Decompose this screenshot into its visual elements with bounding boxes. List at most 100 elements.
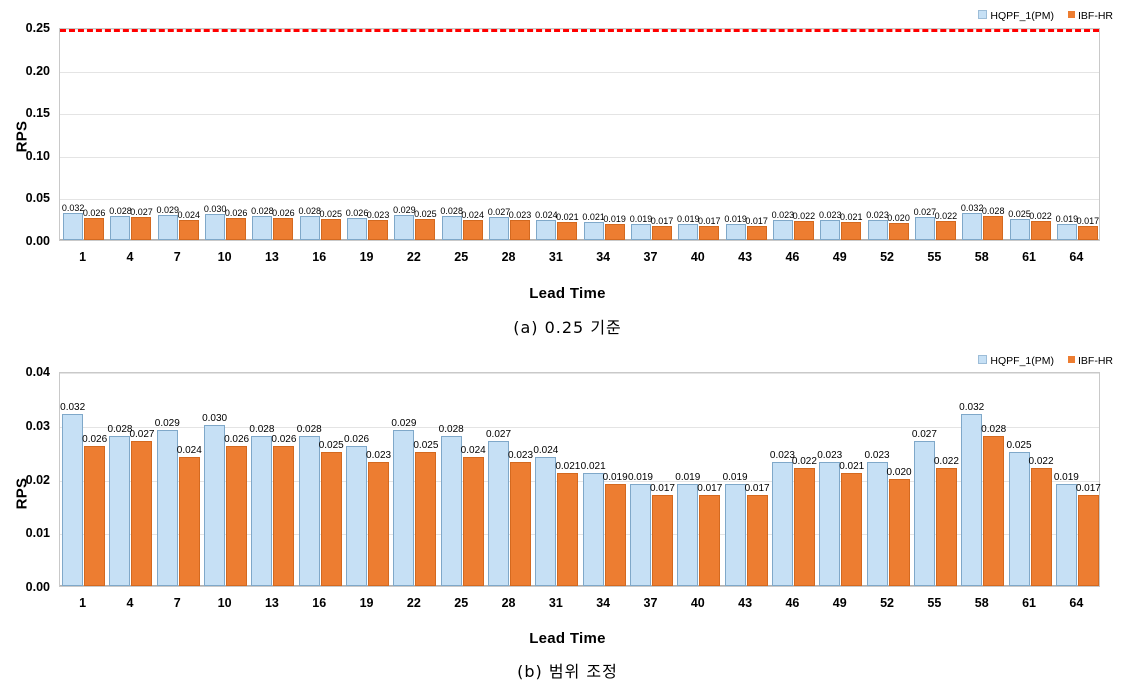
bar-hqpf[interactable]: 0.032	[60, 402, 85, 586]
bar-ibf[interactable]: 0.017	[651, 216, 673, 240]
bar-hqpf[interactable]: 0.023	[770, 450, 795, 586]
bar-hqpf[interactable]: 0.019	[1056, 214, 1078, 240]
bar-ibf[interactable]: 0.026	[225, 208, 247, 240]
bar-ibf[interactable]: 0.026	[271, 434, 296, 586]
legend-item[interactable]: HQPF_1(PM)	[978, 354, 1054, 367]
bar-ibf[interactable]: 0.022	[793, 211, 815, 240]
bar-ibf[interactable]: 0.023	[509, 210, 531, 240]
bar-hqpf[interactable]: 0.023	[819, 210, 842, 240]
bar-hqpf[interactable]: 0.019	[724, 214, 747, 240]
bar-ibf[interactable]: 0.024	[461, 445, 486, 586]
bar-hqpf[interactable]: 0.029	[391, 418, 416, 586]
bar-ibf[interactable]: 0.022	[935, 211, 957, 240]
bar-hqpf[interactable]: 0.029	[155, 418, 180, 586]
bar-hqpf[interactable]: 0.028	[297, 424, 322, 586]
bar-ibf[interactable]: 0.025	[319, 209, 342, 240]
bar-ibf[interactable]: 0.026	[82, 434, 107, 586]
bar-hqpf[interactable]: 0.030	[204, 204, 226, 240]
bar-ibf[interactable]: 0.024	[177, 445, 202, 586]
bar-hqpf[interactable]: 0.019	[628, 472, 653, 586]
bar-hqpf[interactable]: 0.024	[533, 445, 558, 586]
bar-ibf[interactable]: 0.023	[508, 450, 533, 586]
bar-hqpf[interactable]: 0.026	[346, 208, 368, 240]
x-axis-tick-label: 19	[359, 596, 374, 610]
bar-hqpf[interactable]: 0.028	[109, 206, 132, 240]
bar-hqpf[interactable]: 0.028	[251, 206, 274, 240]
bar-ibf[interactable]: 0.028	[982, 206, 1004, 240]
bar-ibf[interactable]: 0.017	[745, 483, 770, 586]
bar-ibf[interactable]: 0.026	[83, 208, 105, 240]
bar-hqpf[interactable]: 0.019	[630, 214, 652, 240]
bar-ibf[interactable]: 0.019	[603, 472, 628, 586]
bar-value-label: 0.017	[1075, 482, 1101, 494]
bar-hqpf[interactable]: 0.023	[817, 450, 842, 586]
bar-ibf[interactable]: 0.026	[224, 434, 249, 586]
bar-hqpf[interactable]: 0.028	[298, 206, 321, 240]
bar-hqpf[interactable]: 0.032	[62, 203, 84, 240]
bar-ibf[interactable]: 0.017	[745, 216, 768, 240]
bar-hqpf[interactable]: 0.027	[912, 429, 937, 586]
bar-ibf[interactable]: 0.017	[650, 483, 675, 586]
bar-hqpf[interactable]: 0.019	[723, 472, 748, 586]
figure-root: HQPF_1(PM) IBF-HR RPS 0.00 0.05 0.10 0.15 0.2…	[0, 0, 1135, 687]
bar-value-label: 0.028	[249, 423, 275, 435]
bar-value-label: 0.028	[296, 423, 322, 435]
bar-hqpf[interactable]: 0.032	[959, 402, 984, 586]
legend-item[interactable]: IBF-HR	[1068, 10, 1113, 22]
bar-ibf[interactable]: 0.022	[934, 456, 959, 586]
bar-hqpf[interactable]: 0.027	[488, 207, 510, 240]
bar-hqpf[interactable]: 0.030	[202, 413, 227, 586]
bar-hqpf[interactable]: 0.029	[157, 205, 179, 240]
bar-ibf[interactable]: 0.019	[603, 214, 626, 240]
x-axis-tick-label: 37	[643, 596, 658, 610]
bar-ibf[interactable]: 0.020	[887, 213, 910, 240]
bar-hqpf[interactable]: 0.021	[581, 461, 606, 586]
bar-hqpf[interactable]: 0.019	[675, 472, 700, 586]
bar-value-label: 0.023	[817, 450, 843, 462]
bar-hqpf[interactable]: 0.023	[865, 450, 890, 586]
bar-hqpf[interactable]: 0.023	[772, 210, 794, 240]
bar-hqpf[interactable]: 0.025	[1008, 209, 1031, 240]
bar-hqpf[interactable]: 0.028	[107, 424, 132, 586]
bar-ibf[interactable]: 0.026	[272, 208, 295, 240]
bar-ibf[interactable]: 0.025	[414, 209, 437, 240]
bar-ibf[interactable]: 0.025	[413, 440, 438, 586]
bar-ibf[interactable]: 0.021	[839, 461, 864, 586]
bar-hqpf[interactable]: 0.028	[249, 424, 274, 586]
bar-ibf[interactable]: 0.028	[981, 424, 1006, 586]
bar-ibf[interactable]: 0.022	[1029, 211, 1052, 240]
bar-hqpf[interactable]: 0.021	[582, 212, 605, 240]
bar-hqpf[interactable]: 0.023	[866, 210, 889, 240]
bar-ibf[interactable]: 0.022	[792, 456, 817, 586]
bar-ibf[interactable]: 0.027	[130, 207, 153, 240]
bar-ibf[interactable]: 0.023	[366, 450, 391, 586]
bar-ibf[interactable]: 0.022	[1029, 456, 1054, 586]
bar-ibf[interactable]: 0.025	[319, 440, 344, 586]
bar-hqpf[interactable]: 0.025	[1007, 440, 1032, 586]
bar-ibf[interactable]: 0.017	[697, 483, 722, 586]
bar-hqpf[interactable]: 0.019	[677, 214, 700, 240]
bar-hqpf[interactable]: 0.024	[535, 210, 558, 240]
legend-item[interactable]: HQPF_1(PM)	[978, 9, 1054, 22]
bar-hqpf[interactable]: 0.027	[486, 429, 511, 586]
bar-ibf[interactable]: 0.017	[1077, 216, 1099, 240]
legend-item[interactable]: IBF-HR	[1068, 355, 1113, 367]
bar-hqpf[interactable]: 0.028	[440, 206, 463, 240]
bar-ibf[interactable]: 0.020	[887, 467, 912, 586]
bar-ibf[interactable]: 0.024	[461, 210, 484, 240]
bar-hqpf[interactable]: 0.032	[961, 203, 983, 240]
bar-hqpf[interactable]: 0.029	[393, 205, 416, 240]
bar-ibf[interactable]: 0.027	[129, 429, 154, 586]
bar-ibf[interactable]: 0.017	[698, 216, 721, 240]
bar-ibf[interactable]: 0.021	[840, 212, 863, 240]
bar-ibf[interactable]: 0.023	[367, 210, 389, 240]
bar-group: 0.021 0.019	[581, 29, 628, 240]
bar-hqpf[interactable]: 0.028	[439, 424, 464, 586]
bar-hqpf[interactable]: 0.019	[1054, 472, 1079, 586]
bar-ibf[interactable]: 0.024	[178, 210, 200, 240]
bar-hqpf[interactable]: 0.026	[344, 434, 369, 586]
bar-ibf[interactable]: 0.021	[555, 461, 580, 586]
bar-ibf[interactable]: 0.017	[1076, 483, 1101, 586]
bar-ibf[interactable]: 0.021	[556, 212, 579, 240]
bar-hqpf[interactable]: 0.027	[914, 207, 936, 240]
